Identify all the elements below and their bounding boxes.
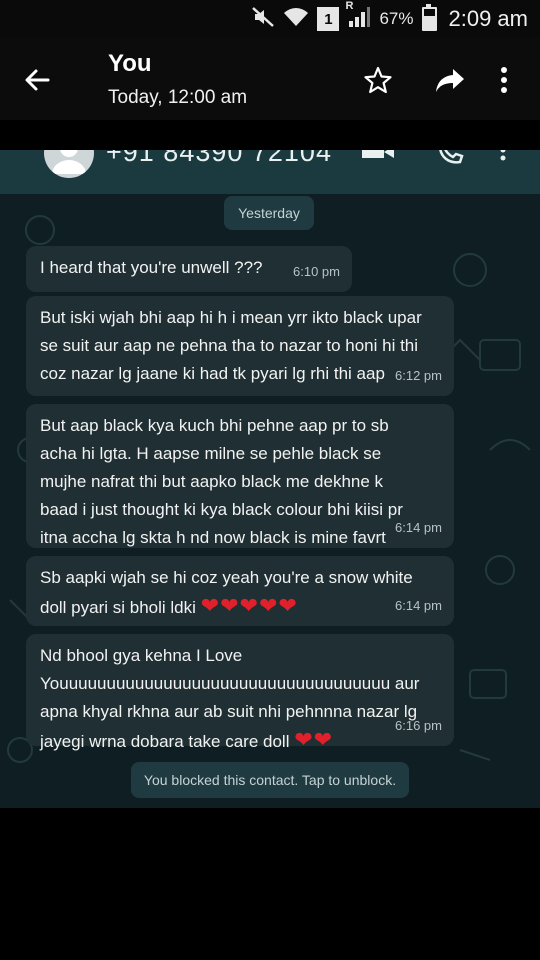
chat-screenshot: +91 84390 72104 Yesterday I heard that y… [0, 150, 540, 808]
message-time: 6:12 pm [395, 368, 442, 383]
inner-back-icon [8, 150, 38, 164]
video-call-icon [362, 150, 394, 158]
back-button[interactable] [18, 60, 58, 100]
battery-percent: 67% [379, 9, 414, 28]
sim-indicator: 1 [317, 7, 340, 31]
heart-emojis: ❤❤ [294, 727, 334, 752]
message-time: 6:16 pm [395, 718, 442, 733]
more-vert-icon [501, 67, 507, 93]
mute-icon [251, 6, 275, 33]
message-time: 6:10 pm [293, 264, 340, 279]
date-separator: Yesterday [224, 196, 314, 230]
inner-more-icon [500, 150, 506, 161]
message-bubble: Nd bhool gya kehna I Love Youuuuuuuuuuuu… [26, 634, 454, 752]
blocked-notice[interactable]: You blocked this contact. Tap to unblock… [131, 762, 409, 798]
back-arrow-icon [25, 69, 50, 91]
status-bar: 1 R 67% 2:09 am [0, 0, 540, 38]
roaming-label: R [345, 0, 354, 12]
page-subtitle: Today, 12:00 am [108, 87, 248, 108]
message-text: But iski wjah bhi aap hi h i mean yrr ik… [40, 308, 422, 383]
default-avatar-icon [52, 150, 86, 174]
message-text: But aap black kya kuch bhi pehne aap pr … [40, 416, 403, 547]
star-icon [364, 66, 392, 94]
signal-icon: R [345, 0, 371, 33]
contact-number: +91 84390 72104 [106, 150, 332, 167]
battery-fill [423, 15, 435, 29]
message-bubble: Sb aapki wjah se hi coz yeah you're a sn… [26, 556, 454, 626]
more-options-button[interactable] [484, 60, 524, 100]
heart-emojis: ❤❤❤❤❤ [200, 593, 298, 618]
message-text: Nd bhool gya kehna I Love Youuuuuuuuuuuu… [40, 646, 420, 751]
message-bubble: I heard that you're unwell ??? 6:10 pm [26, 246, 352, 292]
wifi-icon [283, 6, 309, 33]
page-title: You [108, 50, 152, 77]
share-button[interactable] [430, 60, 470, 100]
message-time: 6:14 pm [395, 520, 442, 535]
share-icon [436, 69, 464, 92]
inner-chat-header: +91 84390 72104 [0, 150, 540, 194]
message-bubble: But aap black kya kuch bhi pehne aap pr … [26, 404, 454, 548]
phone-icon [439, 150, 464, 164]
star-button[interactable] [358, 60, 398, 100]
avatar [44, 150, 94, 178]
clock: 2:09 am [448, 6, 529, 31]
message-text: I heard that you're unwell ??? [40, 258, 263, 277]
message-bubble: But iski wjah bhi aap hi h i mean yrr ik… [26, 296, 454, 396]
message-time: 6:14 pm [395, 598, 442, 613]
battery-icon [421, 4, 437, 31]
app-bar: You Today, 12:00 am [0, 38, 540, 120]
